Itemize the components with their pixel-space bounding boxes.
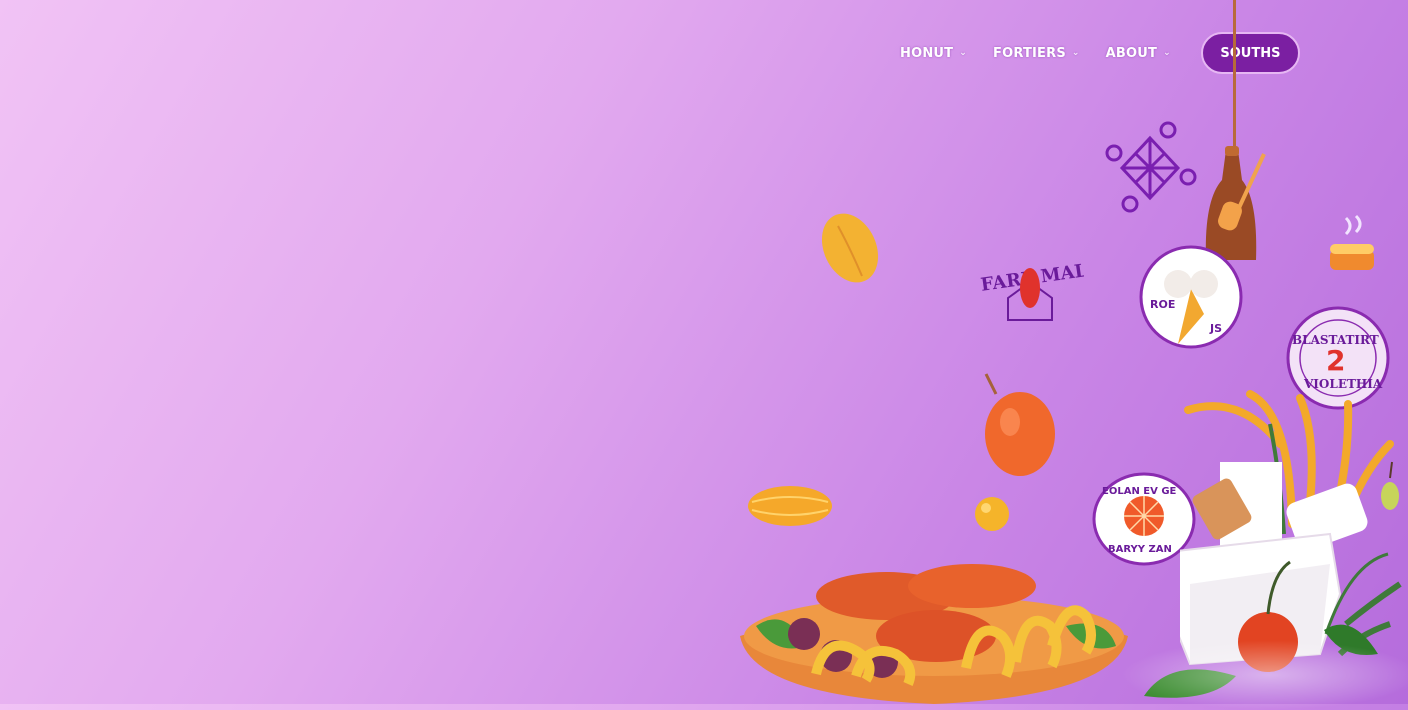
- floating-almond: [821, 213, 879, 283]
- chevron-down-icon: ⌄: [1071, 48, 1080, 58]
- badge-round-roe: ROE JS: [1139, 245, 1243, 349]
- nav-item-label: ABOUT: [1105, 45, 1158, 61]
- cake-icon: [1330, 214, 1374, 270]
- floor-reflection: [1120, 640, 1408, 710]
- hanging-string: [1233, 0, 1236, 150]
- svg-text:2: 2: [1326, 344, 1345, 377]
- nav-item-label: HONUT: [900, 45, 954, 61]
- small-pear: [1381, 461, 1399, 510]
- chevron-down-icon: ⌄: [959, 48, 967, 58]
- food-bowl: [740, 564, 1128, 704]
- svg-text:BARYY ZAN: BARYY ZAN: [1108, 544, 1172, 555]
- nav-item-honut[interactable]: HONUT ⌄: [900, 46, 967, 61]
- floating-berry: [975, 497, 1009, 531]
- badge-fare-mal: FARE MAL: [979, 260, 1084, 321]
- floating-fruit: [984, 373, 1055, 476]
- nav-item-label: FORTIERS: [993, 45, 1066, 61]
- svg-text:JS: JS: [1209, 322, 1222, 335]
- nav-item-about[interactable]: ABOUT ⌄: [1106, 46, 1171, 61]
- chevron-down-icon: ⌄: [1163, 48, 1171, 58]
- souths-button[interactable]: SOUTHS: [1200, 32, 1300, 74]
- svg-text:ROE: ROE: [1150, 298, 1175, 311]
- svg-text:EOLAN EV GE: EOLAN EV GE: [1102, 486, 1177, 497]
- ornament-icon: [1105, 121, 1197, 213]
- nav-item-fortiers[interactable]: FORTIERS ⌄: [993, 46, 1080, 61]
- top-navigation: HONUT ⌄ FORTIERS ⌄ ABOUT ⌄ SOUTHS: [900, 30, 1300, 76]
- floating-seed: [748, 486, 832, 526]
